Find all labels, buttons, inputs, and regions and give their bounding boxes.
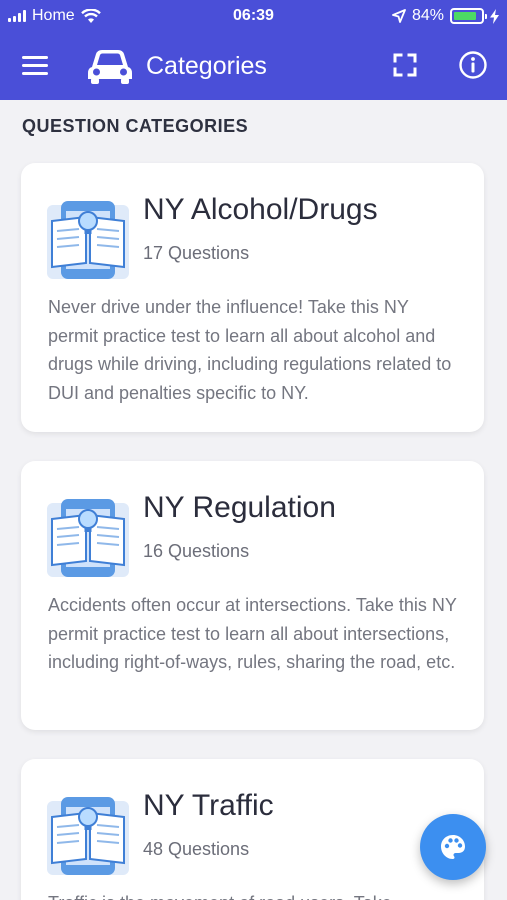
charging-bolt-icon [490,8,499,24]
category-card[interactable]: NY Traffic 48 Questions Traffic is the m… [21,759,484,900]
section-header: QUESTION CATEGORIES [22,116,249,136]
palette-icon [441,835,465,859]
fullscreen-icon[interactable] [392,52,418,78]
question-count: 16 Questions [143,541,250,561]
category-card[interactable]: NY Alcohol/Drugs 17 Questions Never driv… [21,163,484,432]
category-title: NY Traffic [143,789,274,822]
page-title: Categories [146,52,267,80]
app-header: Home 06:39 84% Categories [0,0,507,100]
battery-percent: 84% [411,7,444,24]
car-icon [88,50,132,84]
question-count: 48 Questions [143,839,250,859]
category-title: NY Regulation [143,491,336,524]
battery-icon [450,8,487,24]
battery-fill [454,12,476,20]
question-count: 17 Questions [143,243,250,263]
status-right: 84% [392,7,499,25]
menu-icon[interactable] [22,56,48,76]
status-bar: Home 06:39 84% [0,0,507,32]
book-lightbulb-icon [47,499,129,577]
category-description: Traffic is the movement of road users. T… [48,889,460,900]
toolbar: Categories [0,32,507,100]
theme-fab-button[interactable] [420,814,486,880]
category-title: NY Alcohol/Drugs [143,193,378,226]
info-icon[interactable] [458,50,488,80]
book-lightbulb-icon [47,201,129,279]
book-lightbulb-icon [47,797,129,875]
category-description: Never drive under the influence! Take th… [48,297,452,403]
category-description: Accidents often occur at intersections. … [48,595,457,672]
category-card[interactable]: NY Regulation 16 Questions Accidents oft… [21,461,484,730]
location-arrow-icon [392,9,406,23]
